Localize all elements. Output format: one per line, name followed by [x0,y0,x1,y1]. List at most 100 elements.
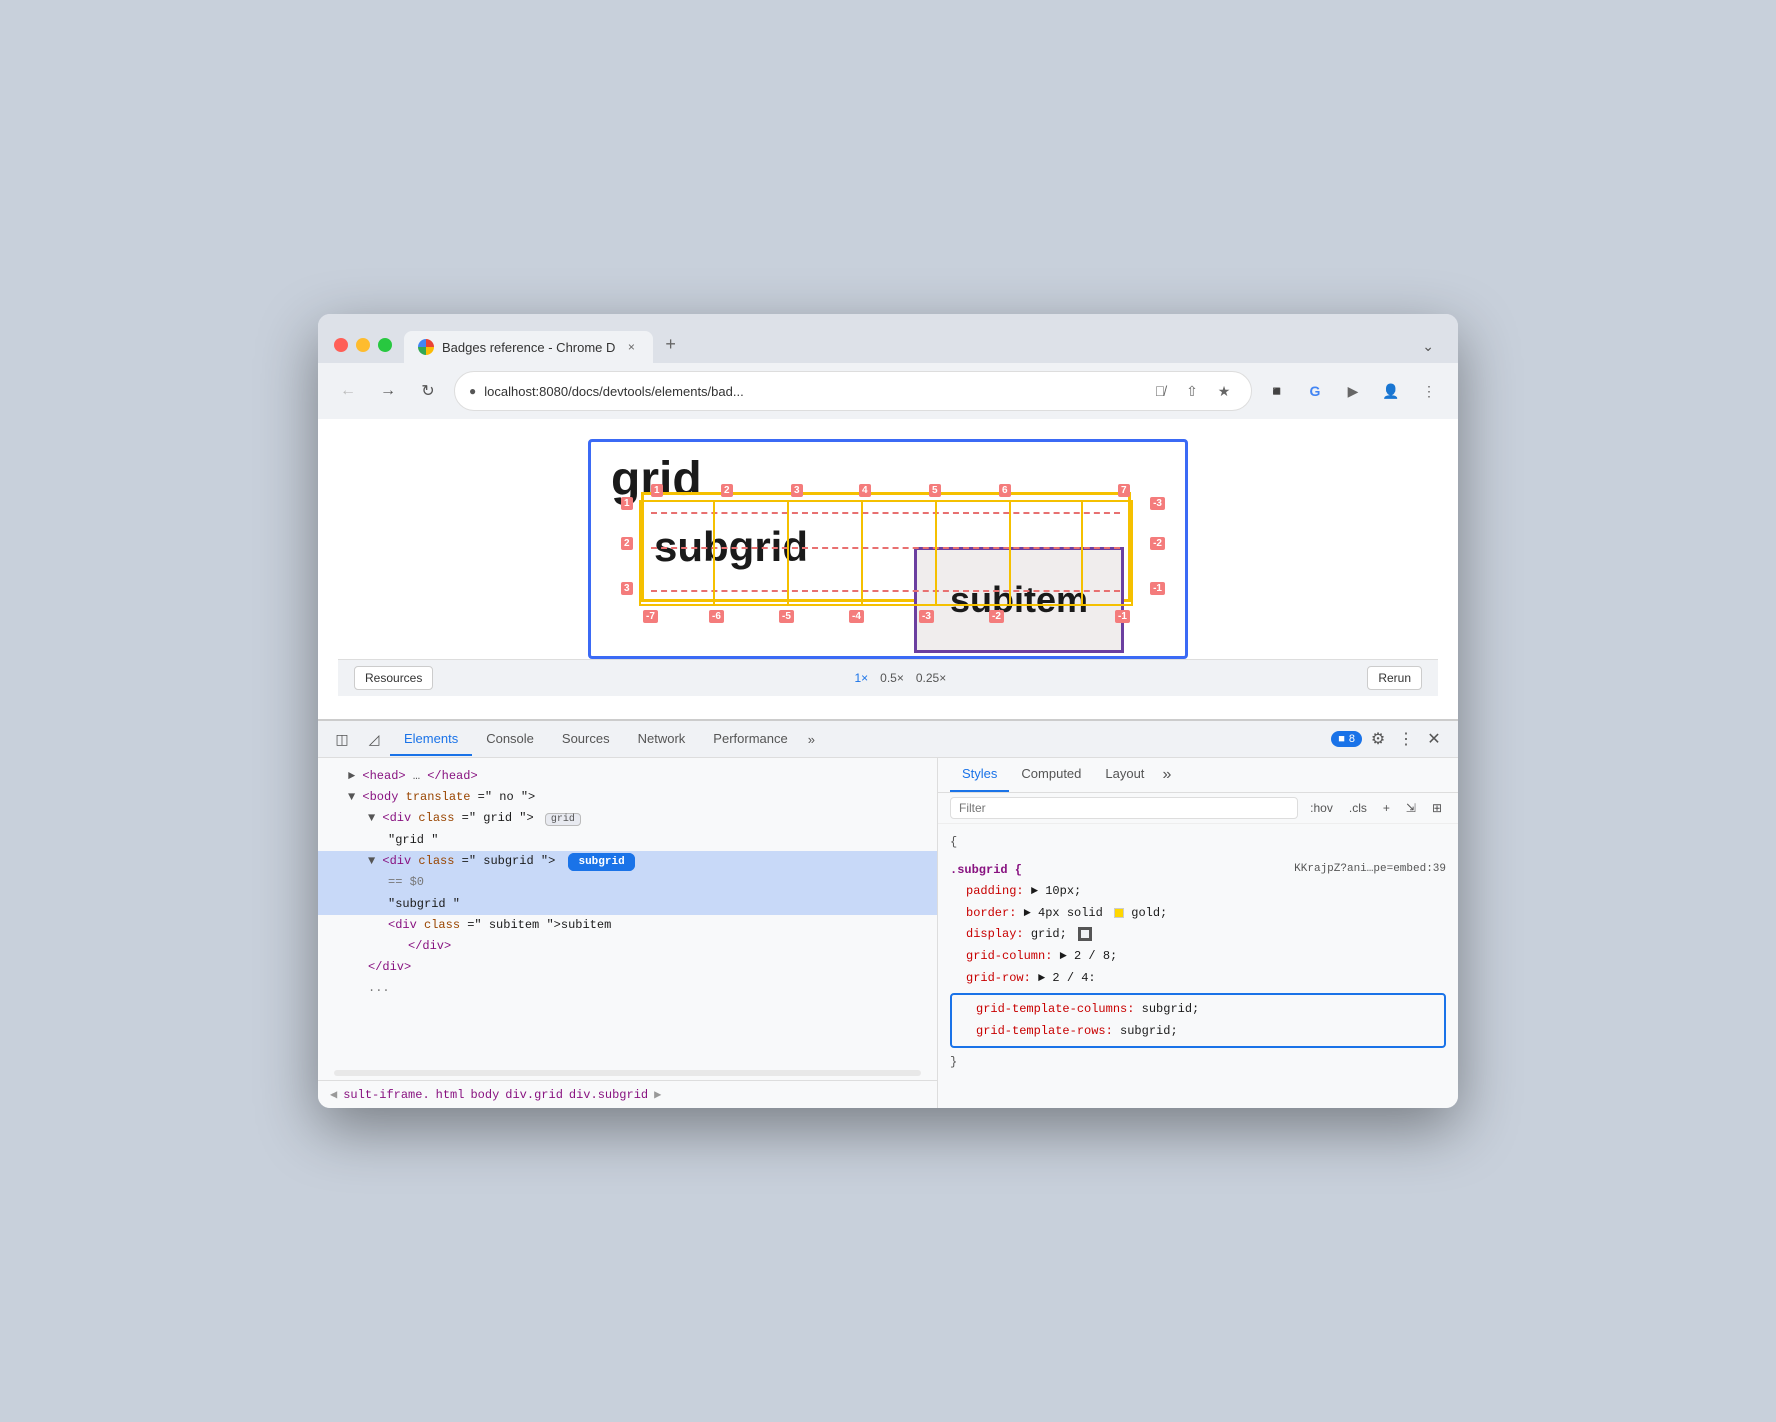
css-selector: .subgrid { [950,863,1022,877]
styles-tab-bar: Styles Computed Layout » [938,758,1458,793]
styles-more-tabs[interactable]: » [1156,758,1177,792]
css-source[interactable]: KKrajpZ?ani…pe=embed:39 [1294,860,1446,880]
div-grid-element[interactable]: ▼ <div class =" grid "> grid [318,808,937,829]
horizontal-scrollbar[interactable] [334,1070,921,1076]
browser-window: Badges reference - Chrome D × + ⌄ ← → ↻ … [318,314,1458,1108]
lock-icon: ● [469,384,476,398]
devtools-panel: ◫ ◿ Elements Console Sources Network Per… [318,719,1458,1108]
css-rule-close: } [950,1052,1446,1074]
grid-num-right-m2: -2 [1150,537,1165,550]
minimize-traffic-light[interactable] [356,338,370,352]
profile-icon[interactable]: ▶ [1340,378,1366,404]
subitem-box: subitem [914,547,1124,653]
inspect-icon[interactable]: ◫ [326,721,358,757]
close-traffic-light[interactable] [334,338,348,352]
tab-elements[interactable]: Elements [390,723,472,756]
user-icon[interactable]: 👤 [1378,378,1404,404]
share-icon[interactable]: ⇧ [1179,378,1205,404]
tab-performance[interactable]: Performance [699,723,801,756]
head-element[interactable]: ► <head> … </head> [318,766,937,787]
filter-input[interactable] [950,797,1298,819]
address-text: localhost:8080/docs/devtools/elements/ba… [484,384,1139,399]
grid-num-top-2: 2 [721,484,733,497]
breadcrumb-html[interactable]: html [436,1088,465,1102]
grid-num-bot-1: -1 [1115,610,1130,623]
devtools-close-button[interactable]: ✕ [1418,721,1450,757]
css-prop-grid-template-columns: grid-template-columns: subgrid; [960,999,1436,1021]
breadcrumb-forward-icon[interactable]: ▶ [654,1087,661,1102]
body-element[interactable]: ▼ <body translate =" no "> [318,787,937,808]
subgrid-close: </div> [318,957,937,978]
tab-close-button[interactable]: × [623,339,639,355]
breadcrumb-body[interactable]: body [470,1088,499,1102]
device-icon[interactable]: ◿ [358,721,390,757]
css-prop-grid-template-rows: grid-template-rows: subgrid; [960,1021,1436,1043]
maximize-traffic-light[interactable] [378,338,392,352]
more-tabs-button[interactable]: » [802,724,821,755]
css-prop-grid-column: grid-column: ► 2 / 8; [950,946,1446,968]
settings-icon[interactable]: ⚙ [1362,721,1394,757]
grid-num-right-m3: -3 [1150,497,1165,510]
tab-layout[interactable]: Layout [1093,758,1156,792]
tab-sources[interactable]: Sources [548,723,624,756]
grid-num-bot-6: -6 [709,610,724,623]
cls-button[interactable]: .cls [1345,799,1371,817]
menu-icon[interactable]: ⋮ [1416,378,1442,404]
hov-button[interactable]: :hov [1306,799,1337,817]
toggle-sidebar-button[interactable]: ⊞ [1428,799,1446,817]
styles-toolbar: :hov .cls + ⇲ ⊞ [938,793,1458,824]
active-tab[interactable]: Badges reference - Chrome D × [404,331,653,363]
breadcrumb-divsubgrid[interactable]: div.subgrid [569,1088,648,1102]
tab-dropdown-button[interactable]: ⌄ [1414,330,1442,363]
rerun-button[interactable]: Rerun [1367,666,1422,690]
resources-button[interactable]: Resources [354,666,433,690]
plus-button[interactable]: + [1379,799,1394,817]
css-prop-grid-row: grid-row: ► 2 / 4: [950,968,1446,990]
grid-num-top-3: 3 [791,484,803,497]
new-tab-button[interactable]: + [657,326,684,363]
highlighted-grid-template-props: grid-template-columns: subgrid; grid-tem… [950,993,1446,1048]
elements-content: ► <head> … </head> ▼ <body translate =" … [318,758,937,1066]
kebab-menu-icon[interactable]: ⋮ [1394,721,1418,757]
chat-badge[interactable]: ■ 8 [1331,731,1362,747]
tab-network[interactable]: Network [624,723,700,756]
tab-computed[interactable]: Computed [1009,758,1093,792]
styles-panel: Styles Computed Layout » :hov .cls + ⇲ ⊞… [938,758,1458,1108]
zoom-1x[interactable]: 1× [854,671,868,685]
tab-console[interactable]: Console [472,723,548,756]
copy-styles-button[interactable]: ⇲ [1402,799,1420,817]
gold-color-swatch[interactable] [1114,908,1124,918]
div-subgrid-element[interactable]: ▼ <div class =" subgrid "> subgrid [318,851,937,873]
tab-styles[interactable]: Styles [950,758,1009,792]
grid-num-left-2: 2 [621,537,633,550]
grid-num-top-4: 4 [859,484,871,497]
grid-num-right-m1: -1 [1150,582,1165,595]
grid-num-top-1: 1 [651,484,663,497]
css-prop-border: border: ► 4px solid gold; [950,903,1446,925]
grid-num-left-3: 3 [621,582,633,595]
tab-bar: Badges reference - Chrome D × + ⌄ [404,326,1442,363]
traffic-lights [334,338,392,352]
google-icon[interactable]: G [1302,378,1328,404]
page-content: grid 1 2 3 4 5 6 7 -7 [318,419,1458,719]
breadcrumb-iframe[interactable]: sult-iframe. [343,1088,429,1102]
address-bar: ← → ↻ ● localhost:8080/docs/devtools/ele… [318,363,1458,419]
back-button[interactable]: ← [334,377,362,405]
dollar-zero: == $0 [318,872,937,893]
refresh-button[interactable]: ↻ [414,377,442,405]
breadcrumb-back-icon[interactable]: ◀ [330,1087,337,1102]
breadcrumb-divgrid[interactable]: div.grid [505,1088,563,1102]
styles-content: { .subgrid { KKrajpZ?ani…pe=embed:39 pad… [938,824,1458,1108]
grid-num-bot-3: -3 [919,610,934,623]
more-elements: ... [318,978,937,999]
zoom-025x[interactable]: 0.25× [916,671,946,685]
eye-slash-icon[interactable]: 👁̸ [1147,378,1173,404]
zoom-05x[interactable]: 0.5× [880,671,904,685]
extensions-icon[interactable]: ◾ [1264,378,1290,404]
address-input[interactable]: ● localhost:8080/docs/devtools/elements/… [454,371,1252,411]
forward-button[interactable]: → [374,377,402,405]
bookmark-icon[interactable]: ★ [1211,378,1237,404]
div-subitem-element[interactable]: <div class =" subitem ">subitem [318,915,937,936]
subgrid-text-node: "subgrid " [318,894,937,915]
devtools-tabbar: ◫ ◿ Elements Console Sources Network Per… [318,721,1458,758]
